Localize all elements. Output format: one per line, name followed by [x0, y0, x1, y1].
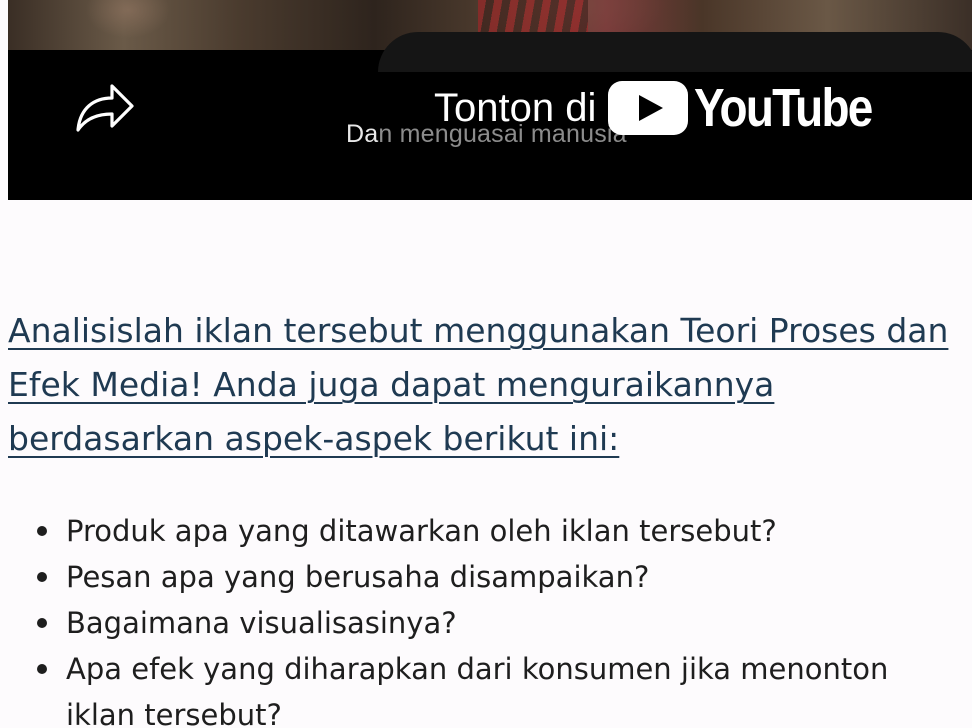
- youtube-play-icon: [608, 81, 689, 135]
- youtube-logo: YouTube: [608, 81, 903, 135]
- list-item: Bagaimana visualisasinya?: [37, 600, 960, 646]
- assignment-prompt-link[interactable]: Analisislah iklan tersebut menggunakan T…: [8, 311, 948, 458]
- embedded-video-player[interactable]: Dan menguasai manusia Tonton di YouTube: [8, 0, 972, 200]
- youtube-wordmark: YouTube: [694, 78, 873, 138]
- share-button[interactable]: [72, 78, 136, 134]
- overlay-pill: [378, 32, 972, 72]
- list-item: Apa efek yang diharapkan dari konsumen j…: [37, 646, 960, 728]
- watch-on-youtube-button[interactable]: Tonton di YouTube: [434, 78, 903, 138]
- subtitle-highlight: Da: [346, 120, 379, 148]
- question-list: Produk apa yang ditawarkan oleh iklan te…: [0, 508, 960, 728]
- list-item: Pesan apa yang berusaha disampaikan?: [37, 554, 960, 600]
- watch-on-label: Tonton di: [434, 85, 597, 130]
- page: Dan menguasai manusia Tonton di YouTube …: [0, 0, 972, 728]
- assignment-prompt: Analisislah iklan tersebut menggunakan T…: [8, 304, 958, 466]
- list-item: Produk apa yang ditawarkan oleh iklan te…: [37, 508, 960, 554]
- share-arrow-icon: [76, 84, 134, 132]
